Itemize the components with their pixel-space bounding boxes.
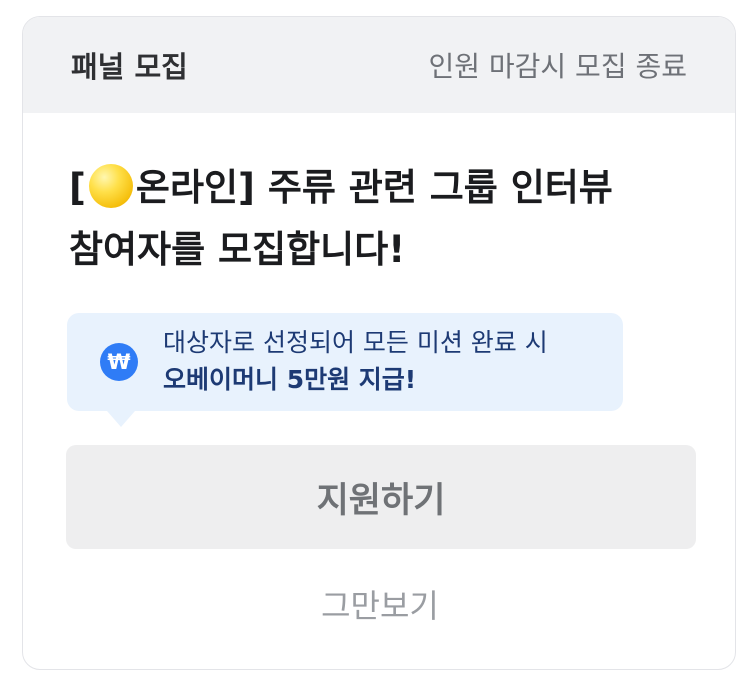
- headline-text: 온라인] 주류 관련 그룹 인터뷰: [135, 166, 613, 209]
- reward-text-line-2: 오베이머니 5만원 지급!: [163, 365, 417, 394]
- recruit-deadline-note: 인원 마감시 모집 종료: [428, 50, 687, 83]
- dismiss-link[interactable]: 그만보기: [23, 581, 735, 627]
- won-icon: ₩: [100, 343, 138, 381]
- headline-line-2: 참여자를 모집합니다!: [69, 228, 406, 271]
- header-title: 패널 모집: [71, 50, 188, 84]
- recruit-headline: [ 온라인] 주류 관련 그룹 인터뷰 참여자를 모집합니다!: [69, 157, 709, 281]
- headline-bracket: [: [69, 166, 86, 209]
- reward-bubble: ₩ 대상자로 선정되어 모든 미션 완료 시 오베이머니 5만원 지급!: [67, 313, 623, 427]
- card-header: 패널 모집 인원 마감시 모집 종료: [23, 17, 735, 113]
- yellow-coin-icon: [88, 164, 133, 208]
- reward-text-line-1: 대상자로 선정되어 모든 미션 완료 시: [163, 328, 548, 357]
- panel-recruit-card: 패널 모집 인원 마감시 모집 종료 [ 온라인] 주류 관련 그룹 인터뷰 참여…: [22, 16, 736, 670]
- headline-line-1: [ 온라인] 주류 관련 그룹 인터뷰: [69, 157, 709, 219]
- apply-button[interactable]: 지원하기: [66, 445, 696, 549]
